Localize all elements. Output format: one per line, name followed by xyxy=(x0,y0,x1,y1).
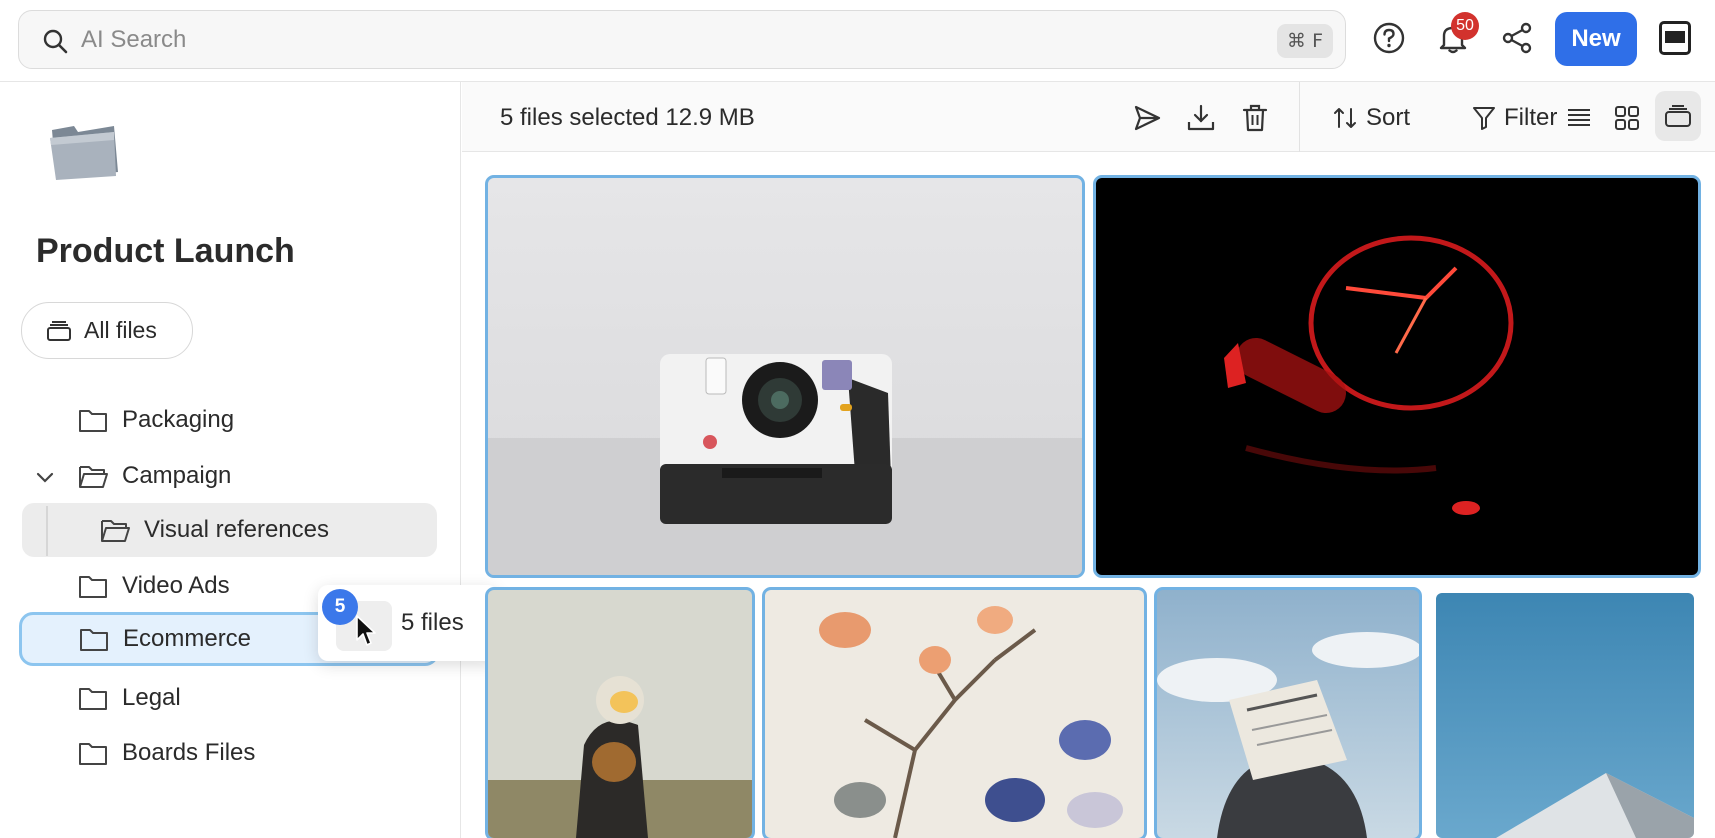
notification-badge: 50 xyxy=(1451,12,1479,40)
photo-thumbnail-newspaper[interactable] xyxy=(1154,587,1422,838)
help-icon xyxy=(1373,22,1405,54)
top-bar: ⌘ F 50 New xyxy=(0,0,1715,82)
newspaper-photo xyxy=(1157,590,1419,838)
send-button[interactable] xyxy=(1132,100,1162,136)
grid-view-button[interactable] xyxy=(1614,100,1640,136)
sort-label: Sort xyxy=(1366,104,1411,131)
sidebar-item-campaign[interactable]: Campaign xyxy=(78,449,438,503)
architecture-photo xyxy=(1436,593,1694,838)
grid-view-icon xyxy=(1615,106,1639,130)
project-folder-icon xyxy=(50,126,118,180)
folder-icon xyxy=(79,743,107,765)
search-input[interactable] xyxy=(81,21,1181,59)
folder-icon xyxy=(80,629,108,651)
app-switcher-icon[interactable] xyxy=(1659,21,1691,55)
sidebar-item-legal[interactable]: Legal xyxy=(78,671,438,725)
download-button[interactable] xyxy=(1186,100,1216,136)
selection-summary: 5 files selected 12.9 MB xyxy=(500,104,755,131)
download-icon xyxy=(1187,104,1215,131)
photo-thumbnail-architecture[interactable] xyxy=(1436,593,1694,838)
photo-thumbnail-astronaut[interactable] xyxy=(485,587,755,838)
new-button[interactable]: New xyxy=(1555,12,1637,66)
sidebar-item-visual-references[interactable]: Visual references xyxy=(22,503,437,557)
folder-icon xyxy=(79,410,107,432)
project-title: Product Launch xyxy=(36,232,295,270)
camera-photo xyxy=(488,178,1082,575)
drag-count-badge: 5 xyxy=(322,589,358,625)
folder-open-icon xyxy=(79,466,108,488)
sidebar-item-label: Legal xyxy=(122,684,181,711)
sidebar: Product Launch All files Packaging Campa… xyxy=(0,82,461,838)
sidebar-item-label: Campaign xyxy=(122,462,232,489)
sidebar-item-boards-files[interactable]: Boards Files xyxy=(78,726,438,780)
all-files-label: All files xyxy=(84,317,157,343)
list-view-icon xyxy=(1568,109,1590,126)
trash-icon xyxy=(1242,104,1268,132)
folder-icon xyxy=(79,688,107,710)
share-button[interactable] xyxy=(1497,18,1537,58)
photo-thumbnail-botanical[interactable] xyxy=(762,587,1147,838)
lightbulb-photo xyxy=(1096,178,1698,575)
delete-button[interactable] xyxy=(1241,100,1269,136)
sidebar-item-label: Video Ads xyxy=(122,572,230,599)
sidebar-item-packaging[interactable]: Packaging xyxy=(78,393,438,447)
files-stack-icon xyxy=(47,320,71,341)
sort-icon xyxy=(1334,108,1356,128)
folder-open-icon xyxy=(101,520,130,542)
mouse-cursor-icon xyxy=(356,615,376,646)
send-icon xyxy=(1134,105,1161,131)
search-bar[interactable]: ⌘ F xyxy=(18,10,1346,69)
stack-view-button[interactable] xyxy=(1655,91,1701,141)
search-icon xyxy=(43,29,68,54)
stack-view-icon xyxy=(1665,105,1691,127)
folder-icon xyxy=(79,576,107,598)
drag-preview-label: 5 files xyxy=(401,609,464,636)
toolbar-divider xyxy=(1299,82,1300,152)
sidebar-item-label: Visual references xyxy=(144,516,329,543)
botanical-illustration xyxy=(765,590,1144,838)
tree-guide-line xyxy=(46,506,48,556)
search-shortcut-hint: ⌘ F xyxy=(1277,24,1333,58)
filter-icon xyxy=(1473,107,1495,130)
astronaut-photo xyxy=(488,590,752,838)
filter-button[interactable]: Filter xyxy=(1472,100,1557,136)
chevron-down-icon[interactable] xyxy=(34,470,56,486)
help-button[interactable] xyxy=(1369,18,1409,58)
sidebar-item-label: Packaging xyxy=(122,406,235,433)
photo-thumbnail-lightbulb[interactable] xyxy=(1093,175,1701,578)
photo-thumbnail-camera[interactable] xyxy=(485,175,1085,578)
sidebar-item-label: Ecommerce xyxy=(123,625,252,652)
list-view-button[interactable] xyxy=(1566,100,1592,136)
all-files-button[interactable]: All files xyxy=(21,302,193,359)
share-icon xyxy=(1502,22,1532,54)
sidebar-item-label: Boards Files xyxy=(122,739,256,766)
sort-button[interactable]: Sort xyxy=(1332,100,1410,136)
selection-toolbar: 5 files selected 12.9 MB Sort Filter xyxy=(462,82,1715,152)
filter-label: Filter xyxy=(1504,104,1558,131)
